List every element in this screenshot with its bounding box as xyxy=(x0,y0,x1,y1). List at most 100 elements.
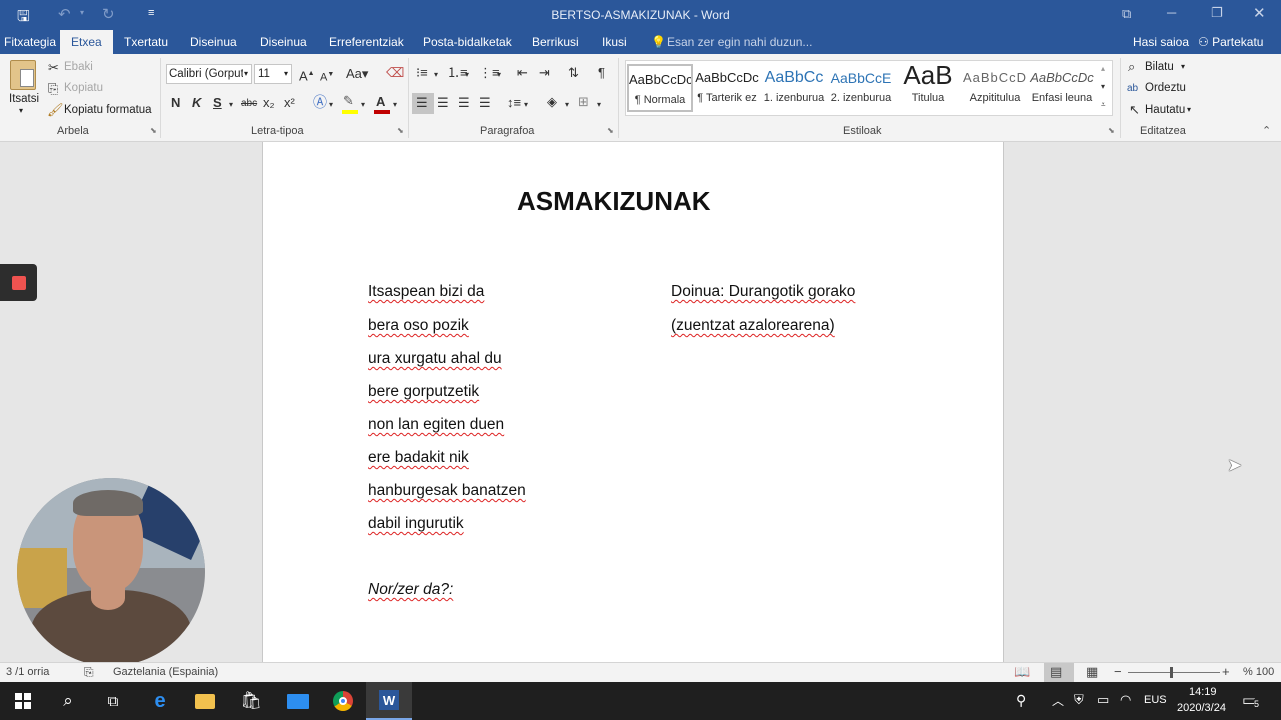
restore-icon[interactable]: ❐ xyxy=(1211,5,1223,21)
text-effects-icon[interactable]: Ⓐ xyxy=(313,95,327,109)
replace-button[interactable]: Ordeztu xyxy=(1145,82,1186,94)
chrome-icon[interactable] xyxy=(320,682,366,720)
chevron-down-icon[interactable]: ▾ xyxy=(329,98,333,112)
styles-launcher-icon[interactable]: ⬊ xyxy=(1108,126,1115,135)
file-explorer-icon[interactable] xyxy=(182,682,228,720)
word-taskbar-button[interactable]: W xyxy=(366,682,412,720)
font-launcher-icon[interactable]: ⬊ xyxy=(397,126,404,135)
style-subtle-emphasis[interactable]: AaBbCcDc Enfasi leuna xyxy=(1029,64,1095,112)
recording-stop-button[interactable] xyxy=(0,264,37,301)
superscript-button[interactable]: x² xyxy=(284,96,295,110)
paste-icon[interactable] xyxy=(10,60,36,90)
share-button[interactable]: ⚇ Partekatu xyxy=(1198,30,1263,54)
select-button[interactable]: Hautatu xyxy=(1145,104,1185,116)
format-painter-button[interactable]: Kopiatu formatua xyxy=(64,104,152,116)
chevron-down-icon[interactable]: ▾ xyxy=(434,68,438,82)
chevron-down-icon[interactable]: ▾ xyxy=(465,68,469,82)
search-icon[interactable]: ⌕ xyxy=(45,682,91,720)
gallery-down-icon[interactable]: ▾ xyxy=(1101,80,1105,94)
zoom-slider-thumb[interactable] xyxy=(1170,667,1173,678)
show-formatting-icon[interactable]: ¶ xyxy=(598,66,605,80)
minimize-icon[interactable]: ─ xyxy=(1167,5,1176,20)
paragraph-launcher-icon[interactable]: ⬊ xyxy=(607,126,614,135)
shading-icon[interactable]: ◈ xyxy=(547,95,557,109)
clock-time[interactable]: 14:19 xyxy=(1189,686,1217,698)
tab-design[interactable]: Diseinua xyxy=(190,30,237,54)
mail-icon[interactable] xyxy=(275,682,321,720)
close-icon[interactable]: ✕ xyxy=(1253,4,1266,22)
battery-icon[interactable]: ▭ xyxy=(1097,692,1109,708)
chevron-down-icon[interactable]: ▾ xyxy=(524,98,528,112)
tab-review[interactable]: Berrikusi xyxy=(532,30,579,54)
chevron-down-icon[interactable]: ▾ xyxy=(497,68,501,82)
paste-button[interactable]: Itsatsi xyxy=(9,93,39,105)
edge-icon[interactable]: e xyxy=(137,682,183,720)
zoom-slider-track[interactable] xyxy=(1128,672,1220,673)
shrink-font-icon[interactable]: A▼ xyxy=(320,68,334,85)
tray-chevron-up-icon[interactable]: ︿ xyxy=(1052,692,1064,709)
bullets-icon[interactable]: ⁝≡ xyxy=(416,66,428,80)
read-mode-icon[interactable]: 📖 xyxy=(1014,664,1030,680)
people-icon[interactable]: ⚲ xyxy=(1016,692,1026,709)
tab-mailings[interactable]: Posta-bidalketak xyxy=(423,30,512,54)
chevron-down-icon[interactable]: ▾ xyxy=(1181,62,1185,71)
decrease-indent-icon[interactable]: ⇤ xyxy=(517,66,528,80)
defender-icon[interactable]: ⛨ xyxy=(1074,692,1084,708)
underline-dropdown-icon[interactable]: ▾ xyxy=(229,98,233,112)
sort-icon[interactable]: ⇅ xyxy=(568,66,579,80)
style-heading-1[interactable]: AaBbCc 1. izenburua xyxy=(761,64,827,112)
chevron-down-icon[interactable]: ▾ xyxy=(361,98,365,112)
highlight-icon[interactable]: ✎ xyxy=(343,94,354,108)
font-name-select[interactable]: Calibri (Gorput ▾ xyxy=(166,64,252,84)
print-layout-icon[interactable]: ▤ xyxy=(1050,664,1062,680)
copy-button[interactable]: Kopiatu xyxy=(64,82,103,94)
zoom-in-icon[interactable]: + xyxy=(1222,664,1230,679)
style-normal[interactable]: AaBbCcDc ¶ Normala xyxy=(627,64,693,112)
tell-me-input[interactable]: Esan zer egin nahi duzun... xyxy=(667,30,812,54)
chevron-down-icon[interactable]: ▾ xyxy=(565,98,569,112)
cut-button[interactable]: Ebaki xyxy=(64,61,93,73)
gallery-more-icon[interactable]: ⩡ xyxy=(1101,98,1106,112)
proofing-icon[interactable]: ⎘ xyxy=(84,665,94,680)
font-size-select[interactable]: 11 ▾ xyxy=(254,64,292,84)
style-heading-2[interactable]: AaBbCcE 2. izenburua xyxy=(828,64,894,112)
grow-font-icon[interactable]: A▲ xyxy=(299,67,315,83)
tab-home[interactable]: Etxea xyxy=(60,30,113,54)
page-count[interactable]: 3 /1 orria xyxy=(6,666,49,678)
collapse-ribbon-icon[interactable]: ⌃ xyxy=(1262,124,1271,137)
tab-view[interactable]: Ikusi xyxy=(602,30,627,54)
paste-dropdown-icon[interactable]: ▾ xyxy=(19,106,23,115)
ribbon-display-icon[interactable]: ⧉ xyxy=(1122,6,1131,22)
bold-button[interactable]: N xyxy=(171,96,180,110)
change-case-icon[interactable]: Aa▾ xyxy=(346,67,368,81)
chevron-down-icon[interactable]: ▾ xyxy=(393,98,397,112)
store-icon[interactable]: 🛍 xyxy=(228,682,274,720)
web-layout-icon[interactable]: ▦ xyxy=(1086,664,1098,680)
tab-file[interactable]: Fitxategia xyxy=(4,30,56,54)
clipboard-launcher-icon[interactable]: ⬊ xyxy=(150,126,157,135)
chevron-down-icon[interactable]: ▾ xyxy=(597,98,601,112)
tab-references[interactable]: Erreferentziak xyxy=(329,30,404,54)
tab-layout[interactable]: Diseinua xyxy=(260,30,307,54)
justify-icon[interactable]: ☰ xyxy=(479,96,491,110)
chevron-down-icon[interactable]: ▾ xyxy=(1187,105,1191,114)
subscript-button[interactable]: x₂ xyxy=(263,96,275,110)
document-page[interactable]: ASMAKIZUNAK Itsaspean bizi da bera oso p… xyxy=(262,142,1004,662)
borders-icon[interactable]: ⊞ xyxy=(578,95,589,109)
clear-formatting-icon[interactable]: ⌫ xyxy=(386,66,404,80)
line-spacing-icon[interactable]: ↕≡ xyxy=(507,96,521,110)
strikethrough-button[interactable]: abc xyxy=(241,97,257,111)
underline-button[interactable]: S xyxy=(213,96,222,110)
style-no-spacing[interactable]: AaBbCcDc ¶ Tarterik ez xyxy=(694,64,760,112)
style-subtitle[interactable]: AaBbCcD Azpititulua xyxy=(962,64,1028,112)
sign-in-link[interactable]: Hasi saioa xyxy=(1133,30,1189,54)
clock-date[interactable]: 2020/3/24 xyxy=(1177,702,1226,714)
increase-indent-icon[interactable]: ⇥ xyxy=(539,66,550,80)
italic-button[interactable]: K xyxy=(192,96,201,110)
style-title[interactable]: AaB Titulua xyxy=(895,64,961,112)
font-color-icon[interactable]: A xyxy=(376,95,385,109)
find-button[interactable]: Bilatu xyxy=(1145,61,1174,73)
align-left-icon[interactable]: ☰ xyxy=(416,96,428,110)
align-center-icon[interactable]: ☰ xyxy=(437,96,449,110)
input-language[interactable]: EUS xyxy=(1144,694,1167,706)
